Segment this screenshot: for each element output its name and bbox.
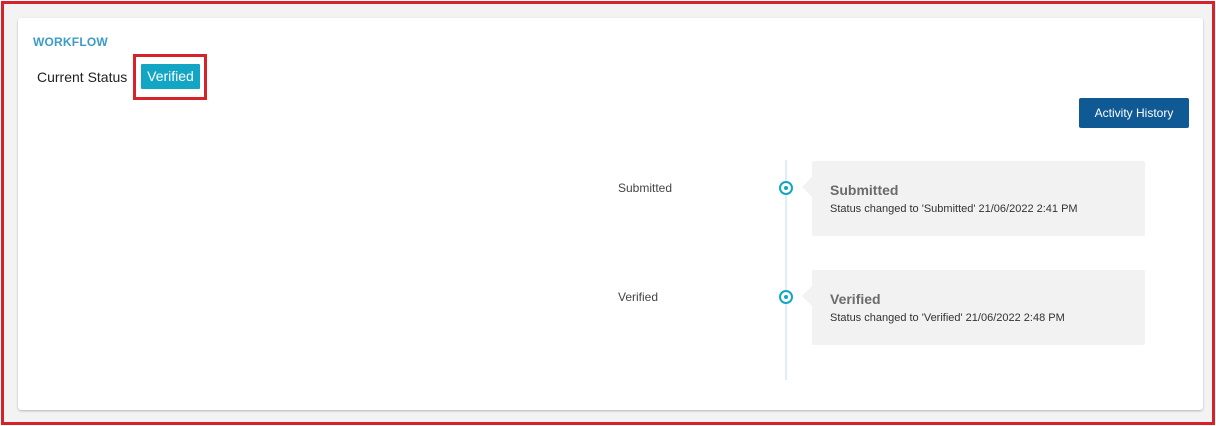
timeline-entry-title: Submitted (830, 182, 899, 198)
radio-dot-icon (779, 181, 793, 195)
timeline-entry-description: Status changed to 'Verified' 21/06/2022 … (830, 312, 1065, 324)
timeline-step-label: Verified (618, 290, 659, 304)
timeline-step-label: Submitted (618, 181, 673, 195)
radio-dot-icon (779, 290, 793, 304)
current-status-label: Current Status (37, 69, 128, 85)
timeline-entry-card: Submitted Status changed to 'Submitted' … (802, 161, 1145, 236)
activity-history-button[interactable]: Activity History (1079, 98, 1189, 128)
section-title: WORKFLOW (33, 35, 108, 49)
status-badge: Verified (141, 64, 200, 89)
timeline-entry-description: Status changed to 'Submitted' 21/06/2022… (830, 203, 1078, 215)
timeline-entry-card: Verified Status changed to 'Verified' 21… (802, 270, 1145, 345)
timeline-entry-title: Verified (830, 291, 881, 307)
